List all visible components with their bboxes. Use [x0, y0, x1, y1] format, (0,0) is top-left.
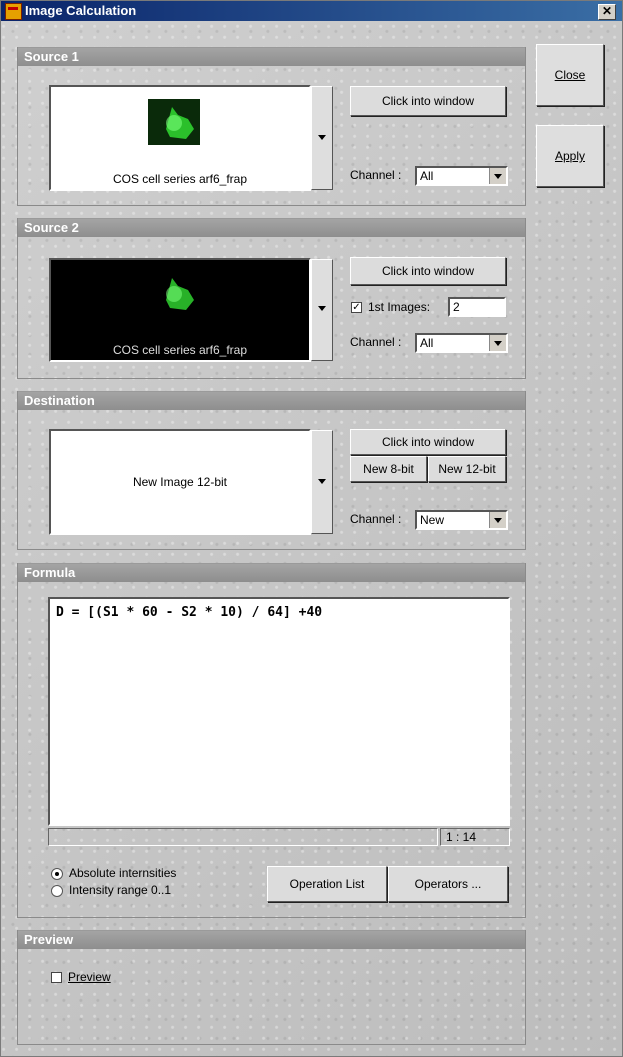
destination-click-into-window-button[interactable]: Click into window: [350, 429, 506, 455]
operators-button[interactable]: Operators ...: [388, 866, 508, 902]
preview-checkbox[interactable]: [51, 972, 62, 983]
window-title: Image Calculation: [25, 3, 137, 18]
source2-channel-value: All: [420, 336, 434, 350]
chevron-down-icon: [489, 335, 506, 351]
cursor-position: 1 : 14: [440, 828, 510, 846]
image-calculation-window: Image Calculation ✕ Close Apply Source 1…: [0, 0, 623, 1057]
preview-group: Preview: [17, 930, 526, 1045]
cell-thumbnail: [148, 270, 200, 316]
absolute-intensities-label: Absolute internsities: [69, 866, 177, 880]
new-12bit-button[interactable]: New 12-bit: [428, 456, 506, 482]
dropdown-arrow-icon: [318, 479, 326, 484]
destination-channel-label: Channel :: [350, 512, 402, 526]
apply-button[interactable]: Apply: [536, 125, 604, 187]
source1-header: Source 1: [18, 47, 525, 66]
dropdown-arrow-icon: [318, 135, 326, 140]
destination-caption: New Image 12-bit: [132, 475, 228, 489]
formula-status-bar: [48, 828, 438, 846]
new-8bit-button[interactable]: New 8-bit: [350, 456, 427, 482]
first-images-checkbox[interactable]: ✓: [351, 302, 362, 313]
destination-image-box[interactable]: New Image 12-bit: [49, 429, 311, 535]
operation-list-button[interactable]: Operation List: [267, 866, 387, 902]
chevron-down-icon: [489, 512, 506, 528]
source1-image-box[interactable]: COS cell series arf6_frap: [49, 85, 311, 191]
source1-caption: COS cell series arf6_frap: [112, 172, 248, 186]
preview-header: Preview: [18, 930, 525, 949]
close-button-label: Close: [554, 68, 586, 82]
dropdown-arrow-icon: [318, 306, 326, 311]
source1-click-into-window-button[interactable]: Click into window: [350, 86, 506, 116]
source2-click-into-window-button[interactable]: Click into window: [350, 257, 506, 285]
destination-channel-select[interactable]: New: [415, 510, 508, 530]
source2-caption: COS cell series arf6_frap: [112, 343, 248, 357]
destination-header: Destination: [18, 391, 525, 410]
chevron-down-icon: [489, 168, 506, 184]
apply-button-label: Apply: [554, 149, 586, 163]
intensity-range-radio[interactable]: [51, 885, 63, 897]
source1-channel-value: All: [420, 169, 434, 183]
source2-channel-label: Channel :: [350, 335, 402, 349]
formula-header: Formula: [18, 563, 525, 582]
source2-image-box[interactable]: COS cell series arf6_frap: [49, 258, 311, 362]
formula-editor[interactable]: D = [(S1 * 60 - S2 * 10) / 64] +40: [48, 597, 510, 826]
first-images-value: 2: [453, 300, 460, 314]
close-icon[interactable]: ✕: [598, 4, 616, 20]
first-images-label: 1st Images:: [368, 300, 431, 314]
first-images-input[interactable]: 2: [448, 297, 506, 317]
source1-channel-select[interactable]: All: [415, 166, 508, 186]
title-bar: Image Calculation ✕: [1, 1, 622, 21]
preview-checkbox-label: Preview: [68, 970, 111, 984]
app-icon: [5, 3, 22, 20]
destination-channel-value: New: [420, 513, 445, 527]
close-button[interactable]: Close: [536, 44, 604, 106]
absolute-intensities-radio[interactable]: [51, 868, 63, 880]
source1-channel-label: Channel :: [350, 168, 402, 182]
cell-thumbnail: [148, 99, 200, 145]
source2-channel-select[interactable]: All: [415, 333, 508, 353]
source2-header: Source 2: [18, 218, 525, 237]
intensity-range-label: Intensity range 0..1: [69, 883, 172, 897]
